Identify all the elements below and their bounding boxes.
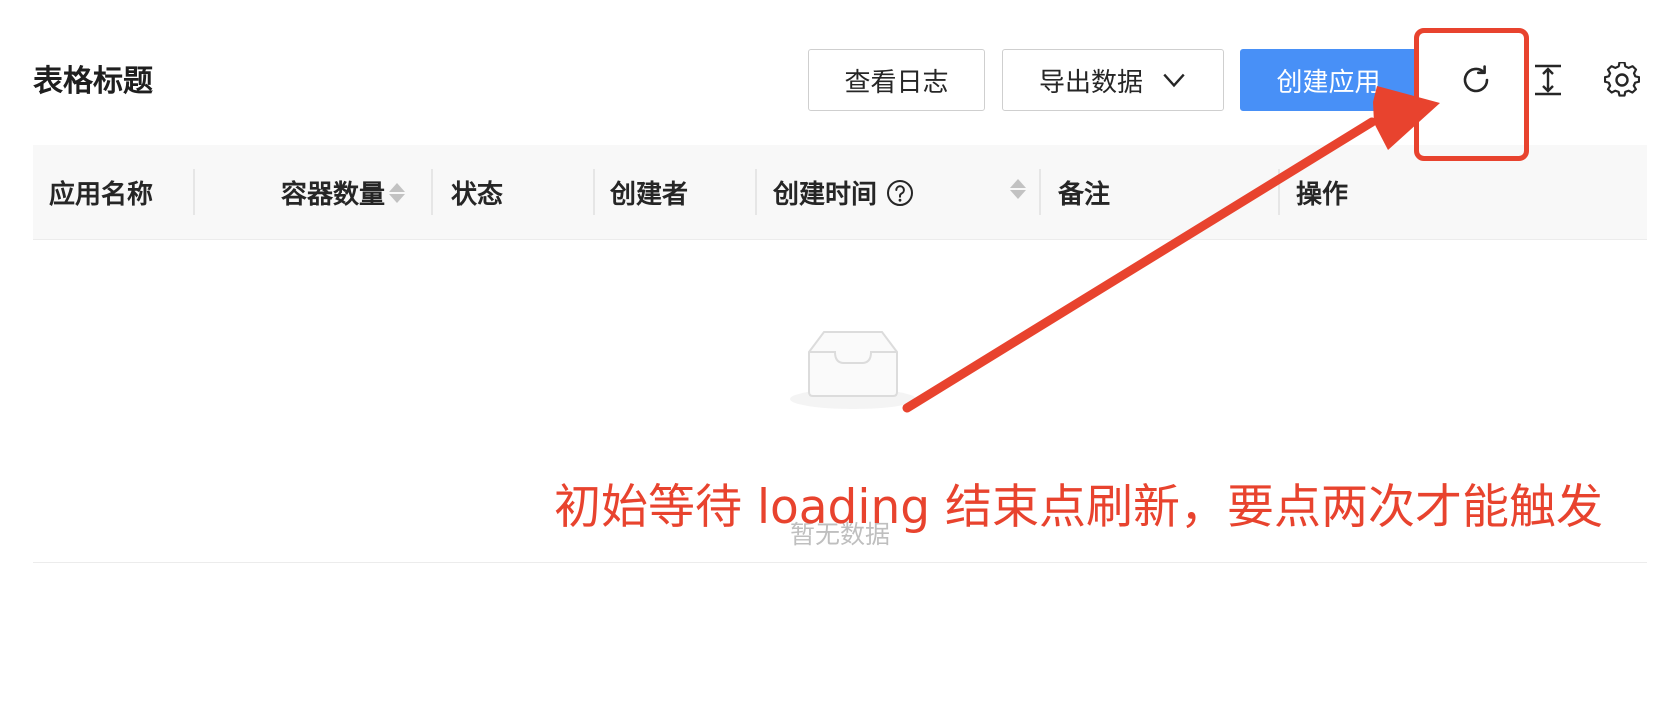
column-header-created-time[interactable]: 创建时间 (773, 145, 914, 240)
annotation-highlight-box (1414, 28, 1529, 161)
chevron-down-icon (1163, 73, 1185, 88)
column-header-label: 应用名称 (49, 180, 154, 210)
column-header-label: 操作 (1296, 180, 1349, 210)
settings-icon[interactable] (1600, 58, 1644, 102)
question-circle-icon[interactable] (886, 179, 914, 207)
table-title: 表格标题 (33, 64, 153, 99)
view-log-label: 查看日志 (844, 67, 949, 98)
create-app-label: 创建应用 (1276, 67, 1381, 98)
column-divider (193, 169, 195, 215)
sort-caret-icon[interactable] (1010, 179, 1026, 199)
empty-state: 暂无数据 (774, 325, 934, 549)
column-header-creator: 创建者 (610, 145, 688, 240)
sort-caret-icon[interactable] (389, 182, 406, 203)
column-header-status: 状态 (451, 145, 503, 240)
column-divider (593, 169, 595, 215)
create-app-button[interactable]: 创建应用 (1240, 49, 1417, 111)
export-data-label: 导出数据 (1038, 67, 1143, 98)
column-divider (755, 169, 757, 215)
column-header-label: 状态 (451, 180, 504, 210)
table-header: 应用名称 容器数量 状态 创建者 创建时间 备注 操作 (33, 145, 1647, 240)
column-header-label: 创建时间 (773, 180, 878, 210)
column-height-icon[interactable] (1526, 58, 1570, 102)
column-header-label: 创建者 (610, 180, 689, 210)
export-data-dropdown[interactable]: 导出数据 (1002, 49, 1224, 111)
column-divider (1278, 169, 1280, 215)
annotation-text: 初始等待 loading 结束点刷新，要点两次才能触发 (554, 480, 1604, 535)
view-log-button[interactable]: 查看日志 (808, 49, 985, 111)
column-header-label: 容器数量 (281, 180, 386, 210)
column-divider (1039, 169, 1041, 215)
column-header-app-name: 应用名称 (49, 145, 153, 240)
column-header-remark: 备注 (1058, 145, 1110, 240)
column-header-label: 备注 (1058, 180, 1111, 210)
column-header-container-count[interactable]: 容器数量 (281, 145, 406, 240)
empty-inbox-icon (789, 331, 916, 409)
column-header-actions: 操作 (1296, 145, 1348, 240)
column-divider (431, 169, 433, 215)
